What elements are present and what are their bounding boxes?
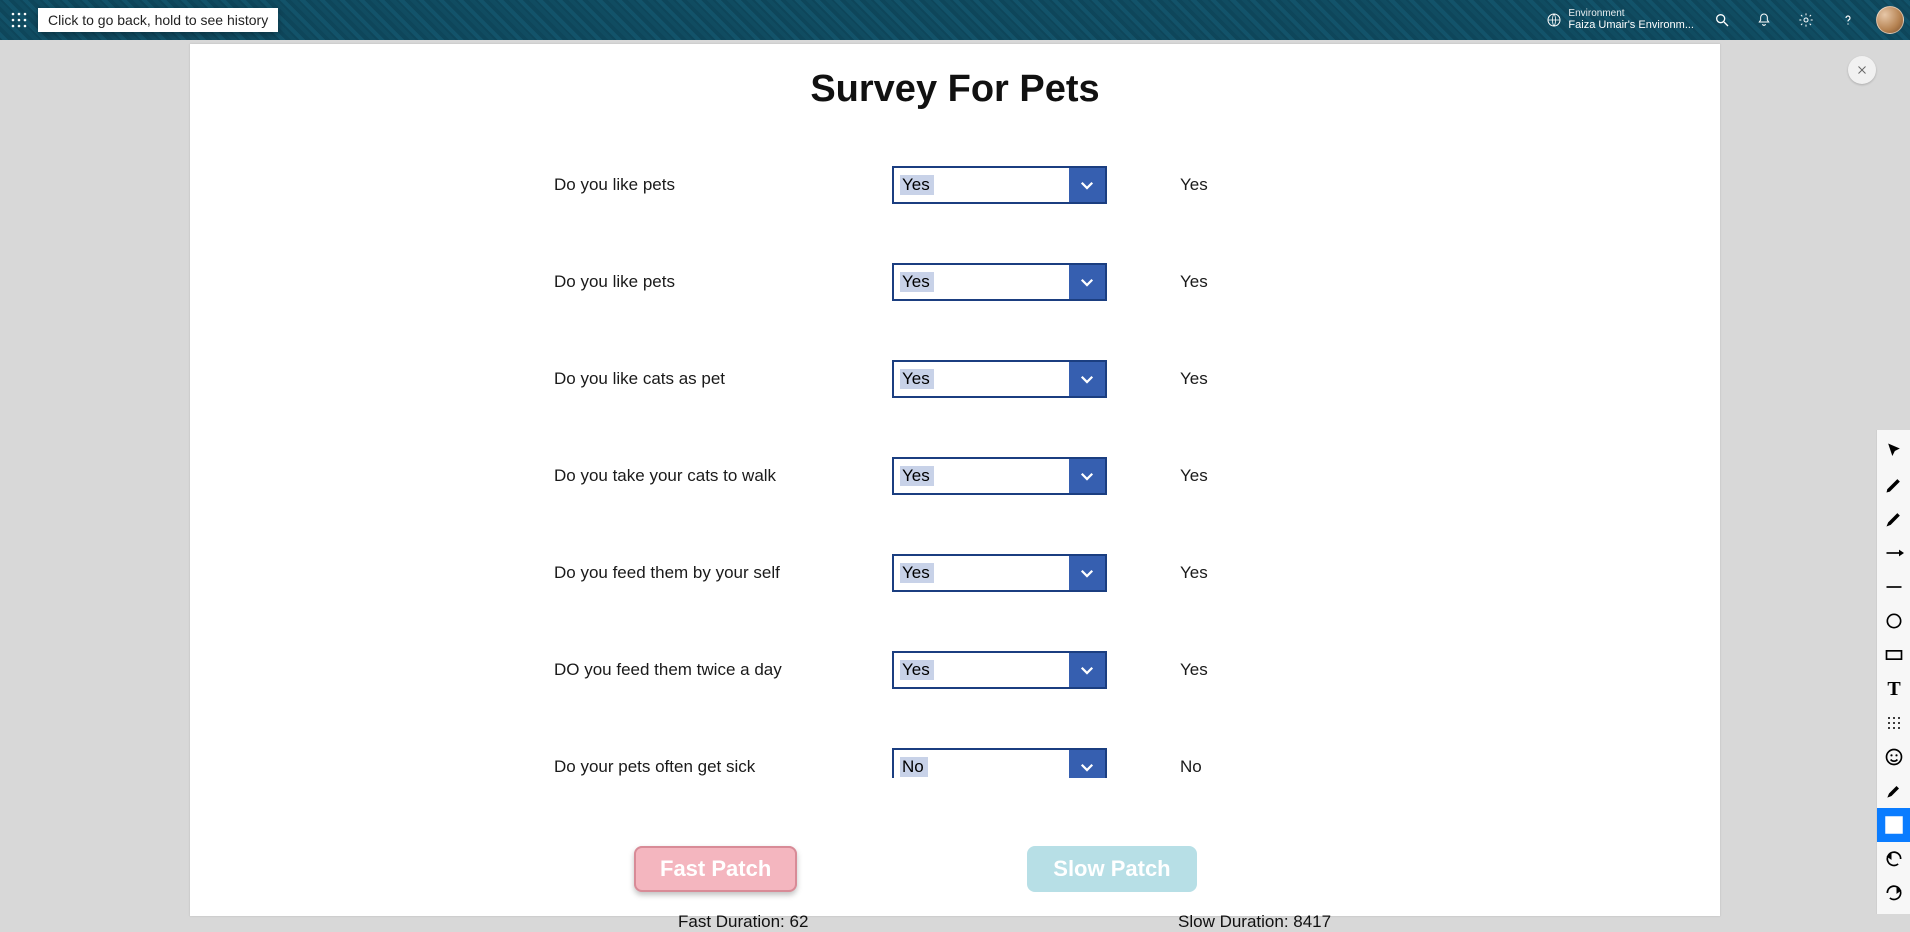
survey-scroll-area[interactable]: Do you like pets Yes Yes Do you like pet… <box>554 136 1424 778</box>
dropdown-value: Yes <box>900 466 934 486</box>
question-label: Do you like cats as pet <box>554 369 884 389</box>
question-dropdown[interactable]: No <box>892 748 1107 779</box>
question-answer: Yes <box>1120 175 1340 195</box>
chevron-down-icon[interactable] <box>1069 556 1105 590</box>
environment-label: Environment <box>1568 8 1694 19</box>
dropdown-value: Yes <box>900 369 934 389</box>
question-row: Do your pets often get sick No No <box>554 718 1412 778</box>
question-row: Do you like pets Yes Yes <box>554 136 1412 233</box>
dropdown-value: Yes <box>900 563 934 583</box>
highlighter-tool-icon[interactable] <box>1877 502 1910 536</box>
question-answer: Yes <box>1120 369 1340 389</box>
help-icon[interactable] <box>1834 6 1862 34</box>
annotation-toolbox: T <box>1876 430 1910 914</box>
question-label: Do your pets often get sick <box>554 757 884 777</box>
dropdown-value: No <box>900 757 928 777</box>
slow-patch-button[interactable]: Slow Patch <box>1027 846 1196 892</box>
user-avatar[interactable] <box>1876 6 1904 34</box>
arrow-tool-icon[interactable] <box>1877 536 1910 570</box>
workspace: Survey For Pets Do you like pets Yes Yes… <box>0 40 1910 912</box>
chevron-down-icon[interactable] <box>1069 459 1105 493</box>
dropdown-value: Yes <box>900 272 934 292</box>
question-dropdown[interactable]: Yes <box>892 263 1107 301</box>
question-answer: Yes <box>1120 660 1340 680</box>
environment-name: Faiza Umair's Environm... <box>1568 19 1694 31</box>
chevron-down-icon[interactable] <box>1069 653 1105 687</box>
question-row: Do you feed them by your self Yes Yes <box>554 524 1412 621</box>
pen-tool-icon[interactable] <box>1877 468 1910 502</box>
environment-selector[interactable]: Environment Faiza Umair's Environm... <box>1546 8 1694 31</box>
chevron-down-icon[interactable] <box>1069 362 1105 396</box>
question-dropdown[interactable]: Yes <box>892 360 1107 398</box>
chevron-down-icon[interactable] <box>1069 265 1105 299</box>
ellipse-tool-icon[interactable] <box>1877 604 1910 638</box>
question-label: Do you feed them by your self <box>554 563 884 583</box>
undo-icon[interactable] <box>1877 842 1910 876</box>
chevron-down-icon[interactable] <box>1069 750 1105 779</box>
pointer-tool-icon[interactable] <box>1877 434 1910 468</box>
back-tooltip: Click to go back, hold to see history <box>38 8 278 32</box>
question-answer: Yes <box>1120 272 1340 292</box>
question-label: DO you feed them twice a day <box>554 660 884 680</box>
app-header: Click to go back, hold to see history En… <box>0 0 1910 40</box>
question-row: DO you feed them twice a day Yes Yes <box>554 621 1412 718</box>
blur-tool-icon[interactable] <box>1877 706 1910 740</box>
close-icon[interactable] <box>1848 56 1876 84</box>
dropdown-value: Yes <box>900 660 934 680</box>
app-launcher-icon[interactable] <box>6 7 32 33</box>
redo-icon[interactable] <box>1877 876 1910 910</box>
line-tool-icon[interactable] <box>1877 570 1910 604</box>
question-dropdown[interactable]: Yes <box>892 554 1107 592</box>
rectangle-tool-icon[interactable] <box>1877 638 1910 672</box>
question-label: Do you like pets <box>554 175 884 195</box>
question-answer: No <box>1120 757 1340 777</box>
notifications-icon[interactable] <box>1750 6 1778 34</box>
eyedropper-tool-icon[interactable] <box>1877 774 1910 808</box>
fast-duration-label: Fast Duration: 62 <box>678 912 918 932</box>
question-dropdown[interactable]: Yes <box>892 457 1107 495</box>
question-answer: Yes <box>1120 466 1340 486</box>
text-tool-icon[interactable]: T <box>1877 672 1910 706</box>
question-row: Do you like pets Yes Yes <box>554 233 1412 330</box>
question-answer: Yes <box>1120 563 1340 583</box>
dropdown-value: Yes <box>900 175 934 195</box>
chevron-down-icon[interactable] <box>1069 168 1105 202</box>
question-row: Do you like cats as pet Yes Yes <box>554 330 1412 427</box>
app-canvas: Survey For Pets Do you like pets Yes Yes… <box>190 44 1720 916</box>
settings-icon[interactable] <box>1792 6 1820 34</box>
question-label: Do you take your cats to walk <box>554 466 884 486</box>
fast-patch-button[interactable]: Fast Patch <box>634 846 797 892</box>
question-label: Do you like pets <box>554 272 884 292</box>
question-dropdown[interactable]: Yes <box>892 166 1107 204</box>
color-swatch[interactable] <box>1877 808 1910 842</box>
emoji-tool-icon[interactable] <box>1877 740 1910 774</box>
page-title: Survey For Pets <box>190 68 1720 111</box>
search-icon[interactable] <box>1708 6 1736 34</box>
question-dropdown[interactable]: Yes <box>892 651 1107 689</box>
slow-duration-label: Slow Duration: 8417 <box>1178 912 1418 932</box>
question-row: Do you take your cats to walk Yes Yes <box>554 427 1412 524</box>
